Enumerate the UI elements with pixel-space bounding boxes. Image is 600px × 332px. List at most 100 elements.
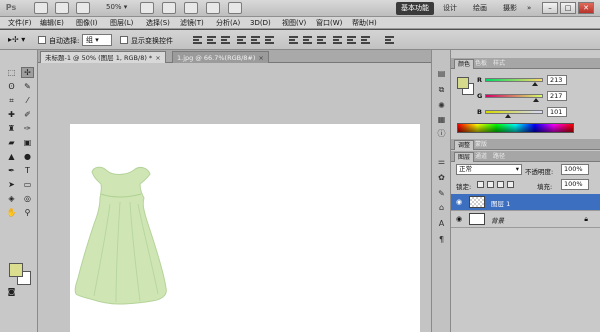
eraser-tool-icon[interactable]: ▰ xyxy=(5,137,18,148)
align-bottom-icon[interactable] xyxy=(220,35,231,45)
blue-value-field[interactable]: 101 xyxy=(547,107,567,117)
maximize-button[interactable]: □ xyxy=(560,2,576,14)
info-panel-icon[interactable]: ⓘ xyxy=(435,128,448,140)
doc-tab-untitled-1[interactable]: 未标题-1 @ 50% (图层 1, RGB/8) * × xyxy=(40,51,166,63)
launch-bridge-icon[interactable] xyxy=(34,2,48,14)
red-value-field[interactable]: 213 xyxy=(547,75,567,85)
align-hcenter-icon[interactable] xyxy=(250,35,261,45)
blue-slider-thumb[interactable] xyxy=(505,114,511,118)
clone-source-panel-icon[interactable]: ✿ xyxy=(435,172,448,184)
menu-analysis[interactable]: 分析(A) xyxy=(216,17,240,29)
menu-window[interactable]: 窗口(W) xyxy=(316,17,342,29)
quick-mask-icon[interactable]: ◙ xyxy=(5,286,18,297)
quick-selection-tool-icon[interactable]: ✎ xyxy=(21,81,34,92)
history-brush-tool-icon[interactable]: ✑ xyxy=(21,123,34,134)
foreground-color-swatch[interactable] xyxy=(9,263,23,277)
path-selection-tool-icon[interactable]: ➤ xyxy=(5,179,18,190)
menu-file[interactable]: 文件(F) xyxy=(8,17,32,29)
layer-row-background[interactable]: ◉ 背景 🔒︎ xyxy=(451,211,600,228)
layer-row-layer-1[interactable]: ◉ 图层 1 xyxy=(451,194,600,211)
zoom-tool-icon[interactable] xyxy=(162,2,176,14)
distribute-right-icon[interactable] xyxy=(360,35,371,45)
hand-tool-icon[interactable] xyxy=(140,2,154,14)
clone-stamp-tool-icon[interactable]: ♜ xyxy=(5,123,18,134)
tool-presets-panel-icon[interactable]: ⌂ xyxy=(435,202,448,214)
navigator-panel-icon[interactable]: ⧉ xyxy=(435,84,448,96)
align-right-icon[interactable] xyxy=(264,35,275,45)
tab-paths[interactable]: 路径 xyxy=(490,152,508,162)
distribute-left-icon[interactable] xyxy=(332,35,343,45)
gradient-tool-icon[interactable]: ▣ xyxy=(21,137,34,148)
menu-image[interactable]: 图像(I) xyxy=(76,17,98,29)
actions-panel-icon[interactable]: ✺ xyxy=(435,100,448,112)
menu-edit[interactable]: 编辑(E) xyxy=(40,17,64,29)
blue-slider[interactable] xyxy=(485,110,543,114)
opacity-field[interactable]: 100% xyxy=(561,164,589,175)
align-left-icon[interactable] xyxy=(236,35,247,45)
workspace-essentials[interactable]: 基本功能 xyxy=(396,2,434,15)
move-tool-preset-icon[interactable]: ▸✢ ▾ xyxy=(8,35,25,44)
align-top-icon[interactable] xyxy=(192,35,203,45)
lock-all-icon[interactable] xyxy=(507,181,514,188)
zoom-tool-icon-2[interactable]: ⚲ xyxy=(21,207,34,218)
document-canvas[interactable] xyxy=(70,124,420,332)
eyedropper-tool-icon[interactable]: ⁄ xyxy=(21,95,34,106)
auto-align-layers-icon[interactable] xyxy=(384,35,395,45)
history-panel-icon[interactable]: ▤ xyxy=(435,68,448,80)
doc-tab-1-jpg[interactable]: 1.jpg @ 66.7%(RGB/8#) × xyxy=(172,51,269,63)
lasso-tool-icon[interactable]: ʘ xyxy=(5,81,18,92)
brush-tool-icon[interactable]: ✐ xyxy=(21,109,34,120)
show-transform-checkbox[interactable] xyxy=(120,36,128,44)
brush-presets-panel-icon[interactable]: ⚌ xyxy=(435,156,448,168)
view-extras-icon[interactable] xyxy=(76,2,90,14)
visibility-eye-icon[interactable]: ◉ xyxy=(454,215,464,223)
menu-view[interactable]: 视图(V) xyxy=(282,17,306,29)
type-tool-icon[interactable]: T xyxy=(21,165,34,176)
rotate-view-icon[interactable] xyxy=(184,2,198,14)
tab-channels[interactable]: 通道 xyxy=(472,152,490,162)
shape-tool-icon[interactable]: ▭ xyxy=(21,179,34,190)
minimize-button[interactable]: – xyxy=(542,2,558,14)
workspace-photography[interactable]: 摄影 xyxy=(498,2,522,15)
pen-tool-icon[interactable]: ✒ xyxy=(5,165,18,176)
visibility-eye-icon[interactable]: ◉ xyxy=(454,198,464,206)
arrange-documents-icon[interactable] xyxy=(206,2,220,14)
spot-healing-tool-icon[interactable]: ✚ xyxy=(5,109,18,120)
marquee-tool-icon[interactable]: ⬚ xyxy=(5,67,18,78)
distribute-bottom-icon[interactable] xyxy=(316,35,327,45)
hand-tool-icon-2[interactable]: ✋ xyxy=(5,207,18,218)
lock-position-icon[interactable] xyxy=(497,181,504,188)
workspace-design[interactable]: 设计 xyxy=(438,2,462,15)
crop-tool-icon[interactable]: ⌗ xyxy=(5,95,18,106)
menu-select[interactable]: 选择(S) xyxy=(146,17,170,29)
auto-select-checkbox[interactable] xyxy=(38,36,46,44)
3d-orbit-tool-icon[interactable]: ◎ xyxy=(21,193,34,204)
tab-masks[interactable]: 蒙版 xyxy=(472,140,490,150)
lock-transparent-icon[interactable] xyxy=(477,181,484,188)
zoom-level-select[interactable]: 50% ▾ xyxy=(106,3,127,11)
close-tab-icon[interactable]: × xyxy=(258,52,263,64)
move-tool-icon[interactable]: ✢ xyxy=(21,67,34,78)
tab-layers[interactable]: 图层 xyxy=(454,152,475,162)
tab-adjustments[interactable]: 调整 xyxy=(454,140,475,150)
distribute-top-icon[interactable] xyxy=(288,35,299,45)
green-value-field[interactable]: 217 xyxy=(547,91,567,101)
lock-image-icon[interactable] xyxy=(487,181,494,188)
workspace-more[interactable]: » xyxy=(522,2,536,15)
histogram-panel-icon[interactable]: ▦ xyxy=(435,114,448,126)
screen-mode-icon[interactable] xyxy=(228,2,242,14)
tab-color[interactable]: 颜色 xyxy=(454,59,475,69)
character-panel-icon[interactable]: A xyxy=(435,218,448,230)
auto-select-dropdown[interactable]: 组 ▾ xyxy=(82,34,112,46)
fill-field[interactable]: 100% xyxy=(561,179,589,190)
distribute-vcenter-icon[interactable] xyxy=(302,35,313,45)
blend-mode-select[interactable]: 正常 ▾ xyxy=(456,164,522,175)
distribute-hcenter-icon[interactable] xyxy=(346,35,357,45)
paragraph-panel-icon[interactable]: ¶ xyxy=(435,234,448,246)
red-slider-thumb[interactable] xyxy=(532,82,538,86)
close-tab-icon[interactable]: × xyxy=(155,52,160,64)
menu-filter[interactable]: 滤镜(T) xyxy=(180,17,204,29)
align-vcenter-icon[interactable] xyxy=(206,35,217,45)
menu-3d[interactable]: 3D(D) xyxy=(250,17,271,29)
mini-bridge-icon[interactable] xyxy=(55,2,69,14)
